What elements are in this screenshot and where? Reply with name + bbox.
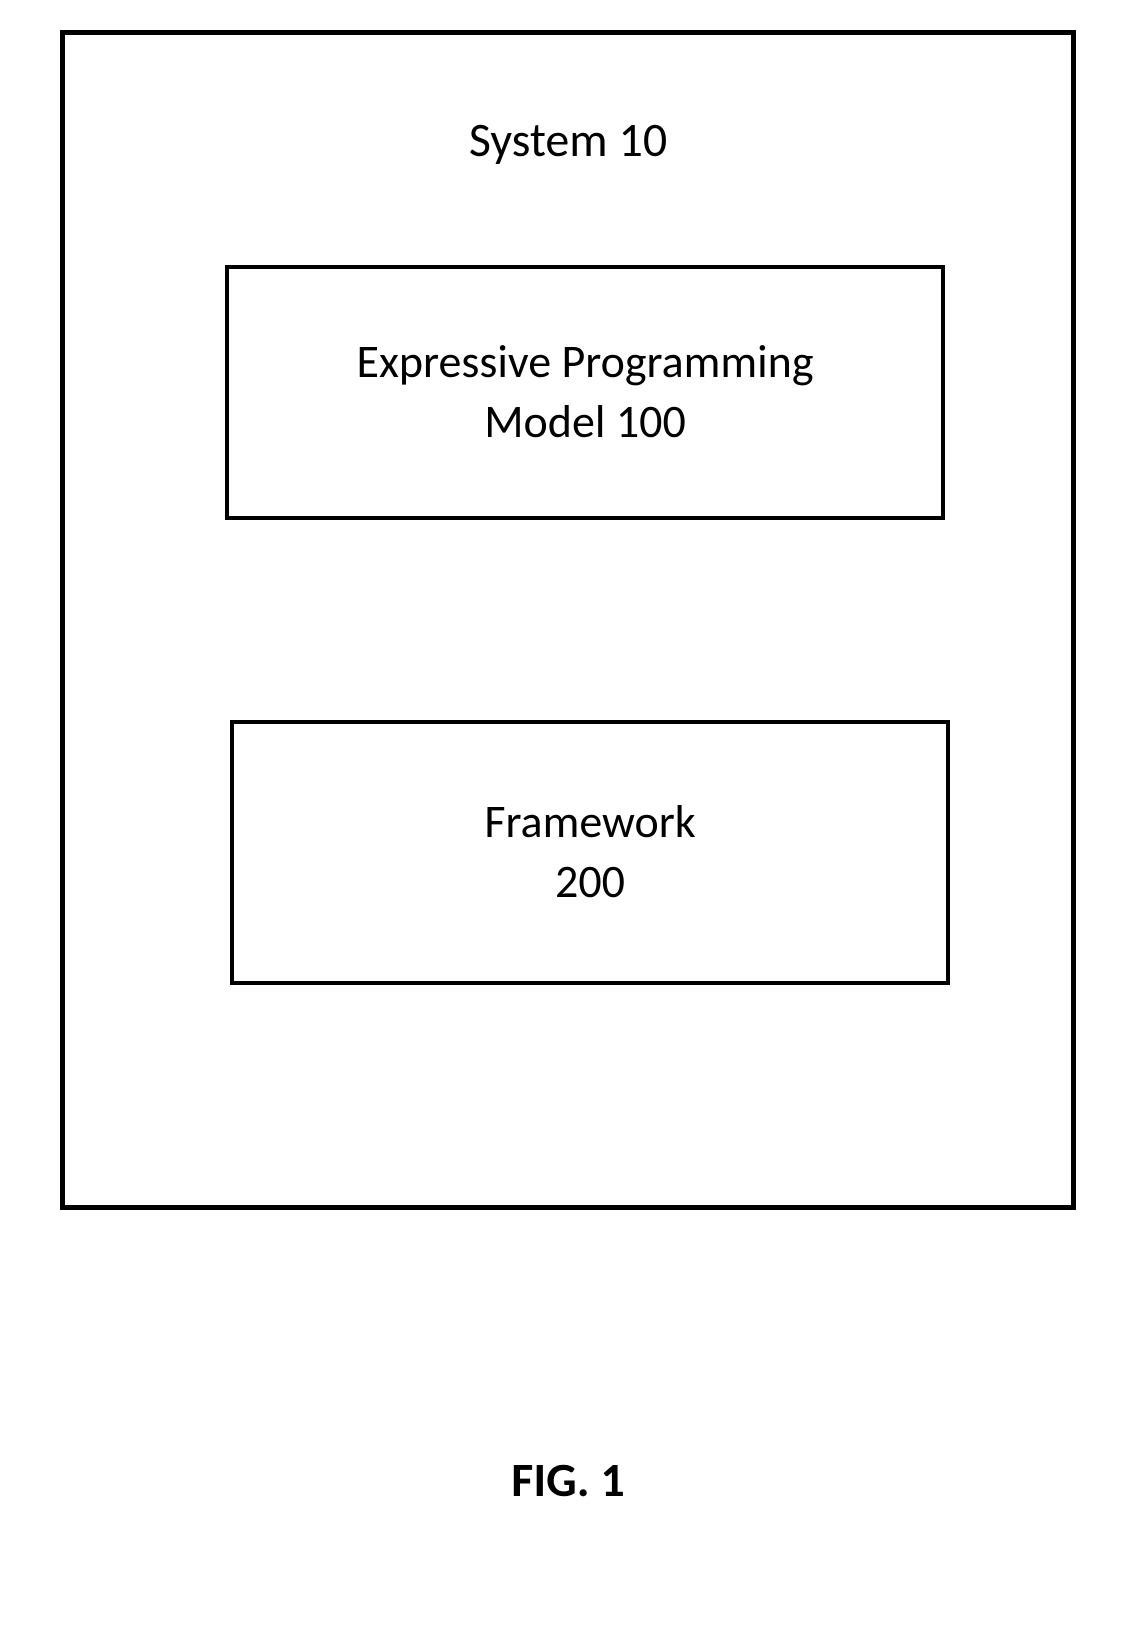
figure-label: FIG. 1 [0,1450,1136,1509]
box2-line1: Framework [484,794,695,850]
box1-text: Expressive Programming Model 100 [357,333,814,453]
expressive-programming-model-box: Expressive Programming Model 100 [225,265,945,520]
system-title: System 10 [65,110,1071,169]
box1-line1: Expressive Programming [357,334,814,390]
box2-line2: 200 [555,854,625,910]
framework-box: Framework 200 [230,720,950,985]
box1-line2: Model 100 [484,394,686,450]
box2-text: Framework 200 [484,793,695,913]
system-outer-box: System 10 Expressive Programming Model 1… [60,30,1076,1210]
